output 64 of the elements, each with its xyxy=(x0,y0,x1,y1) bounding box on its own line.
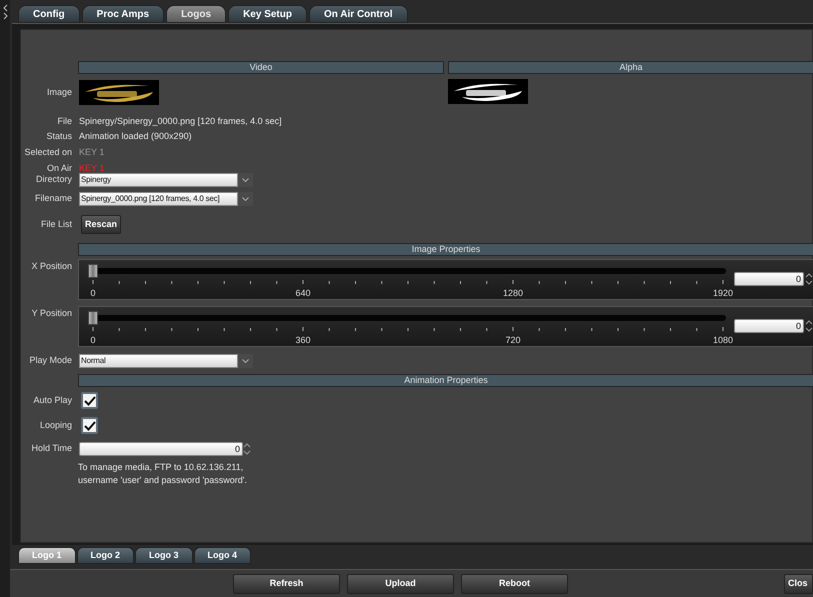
dropdown[interactable]: Normal xyxy=(79,354,238,368)
number-field[interactable]: 0 xyxy=(79,442,243,456)
spinner-icon[interactable] xyxy=(805,319,813,333)
toolbar-button[interactable]: Upload xyxy=(347,574,454,594)
top-tab[interactable]: Logos xyxy=(166,5,226,23)
tick-label: 1920 xyxy=(712,287,734,300)
field-label: X Position xyxy=(30,260,73,273)
spinner-icon[interactable] xyxy=(243,442,251,456)
tick-label: 720 xyxy=(505,334,521,347)
slider-track[interactable] xyxy=(88,311,726,325)
section-header: Animation Properties xyxy=(78,374,813,387)
chevron-down-icon[interactable] xyxy=(242,359,249,363)
toolbar-button[interactable]: Refresh xyxy=(233,574,340,594)
info-value: Animation loaded (900x290) xyxy=(79,130,192,143)
slider-thumb[interactable] xyxy=(88,264,98,278)
info-value: KEY 1 xyxy=(79,146,104,159)
top-tab[interactable]: Proc Amps xyxy=(82,5,164,23)
spinner-icon[interactable] xyxy=(805,272,813,286)
field-label: Hold Time xyxy=(30,442,73,456)
field-label: Selected on xyxy=(23,146,73,159)
section-header: Video xyxy=(78,61,444,74)
dropdown[interactable]: Spinergy xyxy=(79,173,238,187)
logo-tab[interactable]: Logo 3 xyxy=(135,547,192,564)
tick-label: 1280 xyxy=(502,287,524,300)
field-label: On Air xyxy=(46,162,73,175)
tick-label: 1080 xyxy=(712,334,734,347)
top-tab[interactable]: On Air Control xyxy=(308,5,408,23)
rescan-button[interactable]: Rescan xyxy=(81,215,122,234)
field-label: Auto Play xyxy=(32,394,73,407)
dropdown[interactable]: Spinergy_0000.png [120 frames, 4.0 sec] xyxy=(79,192,238,206)
field-label: Status xyxy=(45,130,73,143)
top-tab[interactable]: Key Setup xyxy=(228,5,307,23)
field-label: Play Mode xyxy=(28,354,73,368)
info-text: To manage media, FTP to 10.62.136.211, xyxy=(78,461,244,474)
slider-track[interactable] xyxy=(88,264,726,278)
field-label: Looping xyxy=(38,418,73,432)
field-label: Y Position xyxy=(30,307,73,320)
tick-label: 640 xyxy=(295,287,311,300)
tick-label: 360 xyxy=(295,334,311,347)
field-label: Filename xyxy=(34,192,73,206)
checkbox[interactable] xyxy=(81,417,98,434)
info-value: Spinergy/Spinergy_0000.png [120 frames, 4.0 sec] xyxy=(79,115,282,128)
section-header: Image Properties xyxy=(78,243,813,256)
toolbar-button[interactable]: Reboot xyxy=(461,574,568,594)
slider-thumb[interactable] xyxy=(88,311,98,325)
tick-label: 0 xyxy=(90,334,96,347)
close-button[interactable]: Clos xyxy=(784,574,813,594)
logo-tab[interactable]: Logo 4 xyxy=(194,547,251,564)
field-label: File List xyxy=(40,218,73,231)
info-text: username 'user' and password 'password'. xyxy=(78,474,247,487)
chevron-down-icon[interactable] xyxy=(242,178,249,182)
number-field[interactable]: 0 xyxy=(734,319,804,333)
top-tab[interactable]: Config xyxy=(18,5,80,23)
field-label: Directory xyxy=(34,173,73,186)
logo-tab[interactable]: Logo 2 xyxy=(76,547,134,564)
checkbox[interactable] xyxy=(81,392,98,409)
info-value: KEY 1 xyxy=(79,162,104,175)
field-label: Image xyxy=(46,86,73,99)
tick-label: 0 xyxy=(90,287,96,300)
collapse-icon[interactable] xyxy=(3,4,8,20)
section-header: Alpha xyxy=(448,61,813,74)
number-field[interactable]: 0 xyxy=(734,272,804,286)
chevron-down-icon[interactable] xyxy=(242,197,249,201)
field-label: File xyxy=(56,115,73,128)
